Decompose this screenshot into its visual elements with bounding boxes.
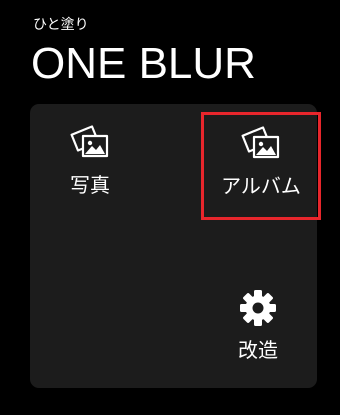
settings-label: 改造 <box>238 338 278 362</box>
photo-button[interactable]: 写真 <box>50 124 130 197</box>
app-subtitle: ひと塗り <box>33 17 89 33</box>
app-title: ONE BLUR <box>31 39 256 88</box>
album-icon <box>241 125 281 161</box>
settings-button[interactable]: 改造 <box>218 288 298 362</box>
photo-icon <box>70 124 110 160</box>
album-button[interactable]: アルバム <box>201 112 321 220</box>
photo-label: 写真 <box>70 173 110 197</box>
gear-icon <box>238 288 278 328</box>
album-label: アルバム <box>221 174 301 198</box>
